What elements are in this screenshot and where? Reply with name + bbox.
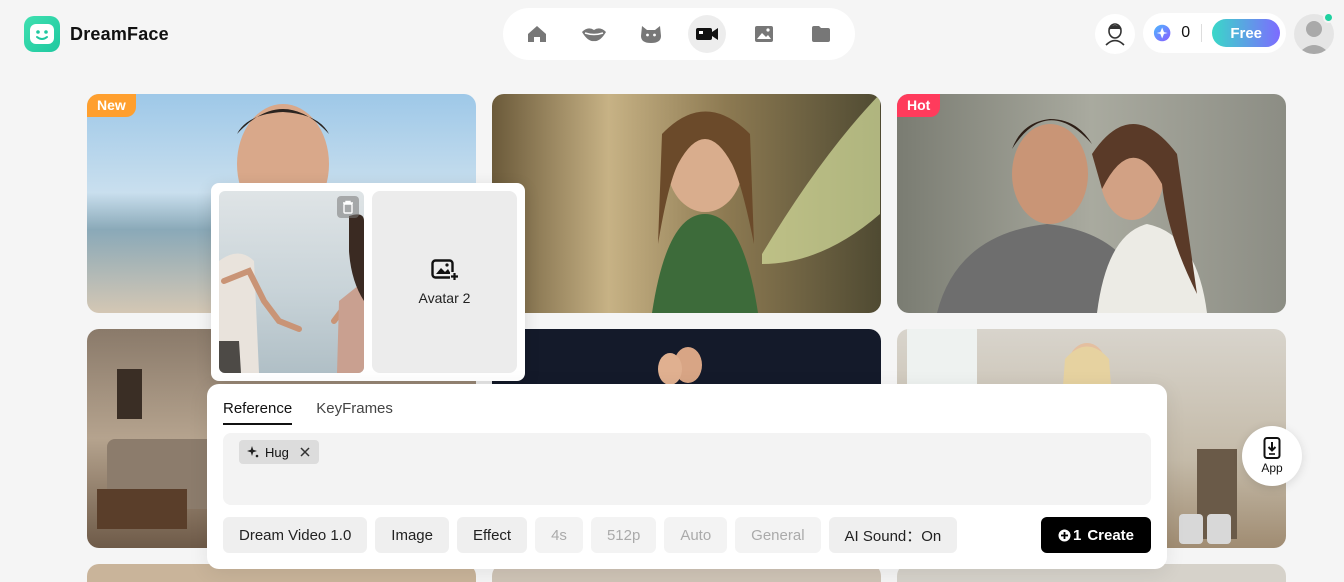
phone-download-icon [1263, 437, 1281, 459]
create-button[interactable]: 1 Create [1041, 517, 1151, 553]
logo-text: DreamFace [70, 23, 169, 44]
effect-chip[interactable]: Hug [239, 440, 319, 464]
model-select[interactable]: Dream Video 1.0 [223, 517, 368, 553]
effect-button[interactable]: Effect [457, 517, 528, 553]
cat-icon [640, 26, 661, 43]
image-icon [754, 26, 773, 42]
add-image-icon [430, 259, 459, 281]
main-nav [503, 8, 855, 60]
delete-avatar-button[interactable] [337, 196, 359, 218]
home-icon [528, 26, 547, 42]
resolution-option[interactable]: 512p [590, 517, 657, 553]
badge-new: New [87, 94, 136, 117]
nav-folder[interactable] [802, 15, 840, 53]
lips-icon [581, 28, 606, 42]
add-avatar-2-slot[interactable]: Avatar 2 [372, 191, 517, 373]
app-label: App [1261, 461, 1283, 475]
nav-image[interactable] [745, 15, 783, 53]
avatar-1-thumbnail[interactable] [219, 191, 364, 373]
style-option[interactable]: General [735, 517, 821, 553]
trash-icon [343, 200, 353, 214]
tab-reference[interactable]: Reference [223, 400, 293, 425]
effect-chip-label: Hug [265, 444, 289, 460]
credits-count: 0 [1181, 24, 1191, 41]
create-label: Create [1087, 526, 1135, 544]
sparkle-icon [247, 446, 259, 458]
create-cost: 1 [1072, 526, 1082, 544]
options-bar: Dream Video 1.0 Image Effect 4s 512p Aut… [223, 517, 958, 553]
tab-keyframes[interactable]: KeyFrames [316, 400, 393, 425]
app-download-button[interactable]: App [1242, 426, 1302, 486]
card-thumbnail [937, 119, 1207, 313]
divider [1201, 24, 1203, 42]
folder-icon [811, 26, 830, 42]
online-status-dot [1323, 12, 1334, 23]
credits-bar: 0 Free [1143, 13, 1286, 53]
person-face-icon [1105, 23, 1125, 46]
ai-sound-toggle[interactable]: AI Sound：On [828, 517, 958, 553]
prompt-input[interactable]: Hug [223, 433, 1151, 505]
diamond-icon [1153, 24, 1171, 42]
face-avatar-button[interactable] [1095, 14, 1135, 54]
duration-option[interactable]: 4s [535, 517, 583, 553]
nav-pet[interactable] [632, 15, 670, 53]
nav-home[interactable] [518, 15, 556, 53]
image-mode-button[interactable]: Image [375, 517, 449, 553]
video-camera-icon [696, 28, 719, 40]
composer-tabs: Reference KeyFrames [223, 400, 417, 425]
template-card[interactable] [492, 94, 881, 313]
close-icon[interactable] [299, 446, 311, 458]
nav-video[interactable] [688, 15, 727, 53]
nav-lipsync[interactable] [575, 15, 613, 53]
badge-hot: Hot [897, 94, 941, 117]
avatar-1-image [219, 214, 364, 373]
card-thumbnail [652, 94, 880, 313]
aspect-option[interactable]: Auto [664, 517, 728, 553]
logo[interactable]: DreamFace [24, 16, 169, 52]
avatar-selector-popup: Avatar 2 [211, 183, 525, 381]
free-plan-button[interactable]: Free [1212, 19, 1280, 47]
template-card[interactable]: Hot [897, 94, 1286, 313]
credit-icon [1058, 529, 1071, 541]
video-composer: Reference KeyFrames Hug Dream Video 1.0 … [207, 384, 1167, 569]
logo-face-icon [24, 16, 60, 52]
avatar-2-label: Avatar 2 [418, 290, 471, 306]
